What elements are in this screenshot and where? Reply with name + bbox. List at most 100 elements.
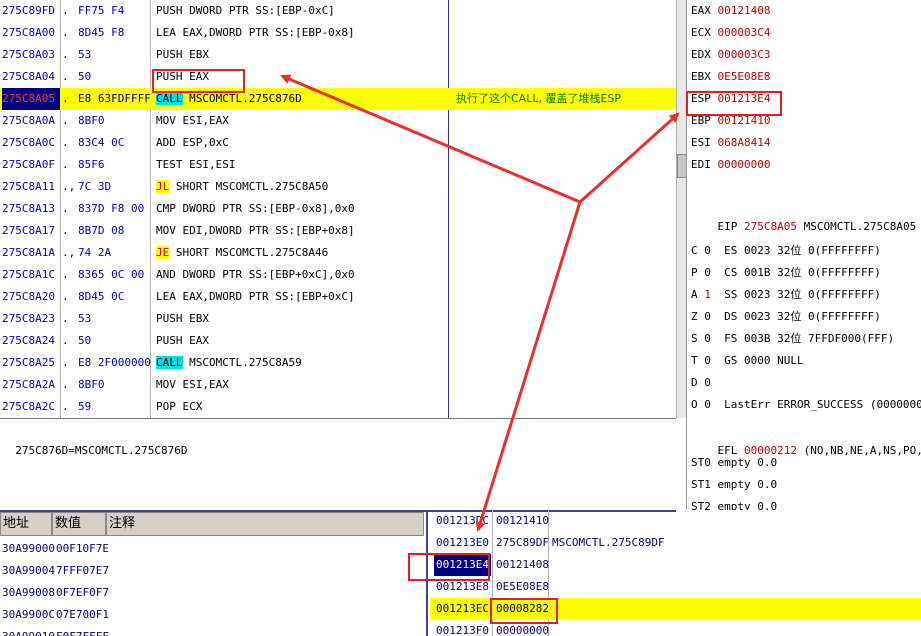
register-edx[interactable]: EDX 000003C3 bbox=[691, 44, 770, 66]
disasm-address: 275C8A17 bbox=[2, 224, 55, 237]
register-desc: (NO,NB,NE,A,NS,PO,GE,G) bbox=[803, 444, 921, 457]
disasm-row[interactable]: 275C8A17. 8B7D 08 MOV EDI,DWORD PTR SS:[EB… bbox=[0, 220, 676, 242]
disasm-instruction: ADD ESP,0xC bbox=[156, 136, 229, 149]
disasm-address: 275C8A2A bbox=[2, 378, 55, 391]
eip-register[interactable]: EIP 275C8A05 MSCOMCTL.275C8A05 bbox=[691, 194, 917, 233]
flag-row[interactable]: C 0 ES 0023 32位 0(FFFFFFFF) bbox=[691, 240, 881, 262]
dump-row[interactable]: 30A99008 0F7EF0F7 bbox=[0, 582, 426, 604]
disasm-hex: 59 bbox=[78, 400, 92, 413]
segment-info: DS 0023 32位 0(FFFFFFFF) bbox=[724, 310, 881, 323]
register-value: 000003C4 bbox=[717, 26, 771, 39]
stack-row[interactable]: 001213E4 00121408 bbox=[430, 554, 921, 576]
disasm-row[interactable]: 275C8A04. 50 PUSH EAX bbox=[0, 66, 676, 88]
disasm-row[interactable]: 275C8A0A. 8BF0 MOV ESI,EAX bbox=[0, 110, 676, 132]
disasm-row[interactable]: 275C8A20. 8D45 0C LEA EAX,DWORD PTR SS:[EB… bbox=[0, 286, 676, 308]
stack-row[interactable]: 001213DC 00121410 bbox=[430, 510, 921, 532]
flag-name: D bbox=[691, 376, 698, 389]
disasm-hex: 53 bbox=[78, 48, 92, 61]
disasm-instruction: MOV ESI,EAX bbox=[156, 378, 229, 391]
dump-address: 30A99004 bbox=[2, 564, 55, 577]
disasm-row[interactable]: 275C8A03. 53 PUSH EBX bbox=[0, 44, 676, 66]
flag-value: 0 bbox=[704, 266, 711, 279]
register-ecx[interactable]: ECX 000003C4 bbox=[691, 22, 770, 44]
stack-address: 001213E0 bbox=[436, 536, 489, 549]
registers-pane[interactable]: EAX 00121408 ECX 000003C4 EDX 000003C3 EBX … bbox=[686, 0, 921, 510]
disasm-address: 275C8A2C bbox=[2, 400, 55, 413]
flag-row[interactable]: A 1 SS 0023 32位 0(FFFFFFFF) bbox=[691, 284, 881, 306]
flag-row[interactable]: P 0 CS 001B 32位 0(FFFFFFFF) bbox=[691, 262, 881, 284]
fpu-register[interactable]: ST0 empty 0.0 bbox=[691, 452, 777, 474]
register-eax[interactable]: EAX 00121408 bbox=[691, 0, 770, 22]
disasm-row[interactable]: 275C8A25. E8 2F000000 CALL MSCOMCTL.275C8A… bbox=[0, 352, 676, 374]
memory-dump-pane[interactable]: 地址 数值 注释 30A99000 00F10F7E 30A99004 7FFF07E… bbox=[0, 510, 428, 636]
flag-row[interactable]: O 0 LastErr ERROR_SUCCESS (00000000) bbox=[691, 394, 921, 416]
register-edi[interactable]: EDI 00000000 bbox=[691, 154, 770, 176]
disasm-row[interactable]: 275C8A0F. 85F6 TEST ESI,ESI bbox=[0, 154, 676, 176]
dump-header-value[interactable]: 数值 bbox=[52, 512, 106, 536]
disasm-address: 275C8A03 bbox=[2, 48, 55, 61]
disasm-row[interactable]: 275C8A13. 837D F8 00 CMP DWORD PTR SS:[EBP… bbox=[0, 198, 676, 220]
flag-name: P bbox=[691, 266, 698, 279]
annotation-box-push-eax bbox=[152, 69, 245, 93]
disasm-hex: E8 2F000000 bbox=[78, 356, 151, 369]
dump-row[interactable]: 30A99004 7FFF07E7 bbox=[0, 560, 426, 582]
call-mnemonic: CALL bbox=[156, 356, 183, 369]
flag-row[interactable]: S 0 FS 003B 32位 7FFDF000(FFF) bbox=[691, 328, 894, 350]
disasm-row[interactable]: 275C8A23. 53 PUSH EBX bbox=[0, 308, 676, 330]
register-value: empty 0.0 bbox=[717, 478, 778, 491]
disasm-row[interactable]: 275C8A11., 7C 3D JL SHORT MSCOMCTL.275C8A5… bbox=[0, 176, 676, 198]
register-ebx[interactable]: EBX 0E5E08E8 bbox=[691, 66, 770, 88]
disasm-row[interactable]: 275C8A1A., 74 2A JE SHORT MSCOMCTL.275C8A4… bbox=[0, 242, 676, 264]
disasm-row[interactable]: 275C8A2C. 59 POP ECX bbox=[0, 396, 676, 418]
dump-header-address[interactable]: 地址 bbox=[0, 512, 52, 536]
register-value: 000003C3 bbox=[717, 48, 771, 61]
dump-header-comment[interactable]: 注释 bbox=[106, 512, 424, 536]
dump-row[interactable]: 30A99000 00F10F7E bbox=[0, 538, 426, 560]
disasm-address: 275C8A1C bbox=[2, 268, 55, 281]
dump-value: 7FFF07E7 bbox=[56, 564, 109, 577]
register-value: 0E5E08E8 bbox=[717, 70, 771, 83]
disasm-hex: 50 bbox=[78, 334, 92, 347]
dump-row[interactable]: 30A99010F0F7FFFF bbox=[0, 626, 426, 636]
disasm-instruction: POP ECX bbox=[156, 400, 203, 413]
disasm-hex: 8B7D 08 bbox=[78, 224, 125, 237]
disasm-address: 275C8A0C bbox=[2, 136, 55, 149]
disasm-address: 275C8A00 bbox=[2, 26, 55, 39]
instruction-operand: MSCOMCTL.275C8A59 bbox=[182, 356, 302, 369]
flag-value: 1 bbox=[704, 288, 711, 301]
disasm-row[interactable]: 275C8A00. 8D45 F8 LEA EAX,DWORD PTR SS:[EB… bbox=[0, 22, 676, 44]
flag-row[interactable]: D 0 bbox=[691, 372, 724, 394]
register-value: 00000000 bbox=[717, 158, 771, 171]
dump-value: 0F7EF0F7 bbox=[56, 586, 109, 599]
stack-row[interactable]: 001213E0 275C89DF MSCOMCTL.275C89DF bbox=[430, 532, 921, 554]
disasm-row[interactable]: 275C8A2A. 8BF0 MOV ESI,EAX bbox=[0, 374, 676, 396]
disasm-instruction: LEA EAX,DWORD PTR SS:[EBP-0x8] bbox=[156, 26, 355, 39]
flag-row[interactable]: Z 0 DS 0023 32位 0(FFFFFFFF) bbox=[691, 306, 881, 328]
fpu-register[interactable]: ST1 empty 0.0 bbox=[691, 474, 777, 496]
disasm-address: 275C8A24 bbox=[2, 334, 55, 347]
efl-register[interactable]: EFL 00000212 (NO,NB,NE,A,NS,PO,GE,G) bbox=[691, 418, 921, 457]
jump-mnemonic: JL bbox=[156, 180, 170, 193]
segment-info: LastErr ERROR_SUCCESS (00000000) bbox=[724, 398, 921, 411]
register-name: EIP bbox=[717, 220, 738, 233]
info-line: 275C876D=MSCOMCTL.275C876D bbox=[0, 418, 676, 512]
annotation-box-esp bbox=[686, 91, 782, 116]
dump-address: 30A99000 bbox=[2, 542, 55, 555]
fpu-register[interactable]: ST2 empty 0.0 bbox=[691, 496, 777, 510]
disasm-address: 275C8A1A bbox=[2, 246, 55, 259]
disasm-row[interactable]: 275C8A24. 50 PUSH EAX bbox=[0, 330, 676, 352]
flag-value: 0 bbox=[704, 310, 711, 323]
disasm-row[interactable]: 275C8A05. E8 63FDFFFF CALL MSCOMCTL.275C87… bbox=[0, 88, 676, 110]
segment-info: FS 003B 32位 7FFDF000(FFF) bbox=[724, 332, 895, 345]
register-name: EAX bbox=[691, 4, 711, 17]
disasm-row[interactable]: 275C8A1C. 8365 0C 00 AND DWORD PTR SS:[EBP… bbox=[0, 264, 676, 286]
disasm-row[interactable]: 275C8A0C. 83C4 0C ADD ESP,0xC bbox=[0, 132, 676, 154]
register-esi[interactable]: ESI 068A8414 bbox=[691, 132, 770, 154]
flag-row[interactable]: T 0 GS 0000 NULL bbox=[691, 350, 804, 372]
dump-row[interactable]: 30A9900C 07E700F1 bbox=[0, 604, 426, 626]
disassembly-pane[interactable]: 275C89FD. FF75 F4 PUSH DWORD PTR SS:[EBP-0… bbox=[0, 0, 676, 419]
annotation-box-stack-address bbox=[408, 553, 490, 581]
register-value: empty 0.0 bbox=[717, 500, 778, 510]
stack-row[interactable]: 001213E8 0E5E08E8 bbox=[430, 576, 921, 598]
disasm-row[interactable]: 275C89FD. FF75 F4 PUSH DWORD PTR SS:[EBP-0… bbox=[0, 0, 676, 22]
